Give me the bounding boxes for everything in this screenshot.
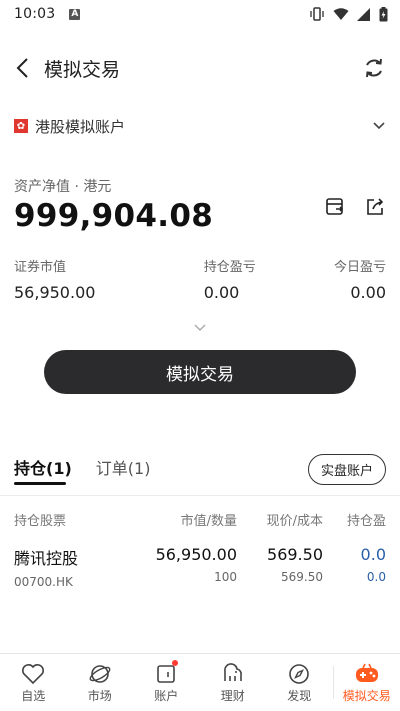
stock-cell: 腾讯控股 00700.HK [14,545,142,589]
stat-value: 56,950.00 [14,283,96,302]
stat-value: 0.00 [350,283,386,302]
back-button[interactable] [12,54,34,82]
asset-actions [324,196,386,218]
real-account-button[interactable]: 实盘账户 [307,454,386,485]
signal-icon [357,7,370,21]
pnl-cell: 0.0 0.0 [323,545,386,589]
stat-today-pnl: 今日盈亏 0.00 [334,256,386,302]
table-header: 持仓股票 市值/数量 现价/成本 持仓盈 [0,510,400,529]
notification-a-icon: A [69,8,81,20]
position-tabs: 持仓(1) 订单(1) 实盘账户 [0,454,400,485]
divider [0,495,400,496]
vibrate-icon [310,7,324,21]
nav-label: 发现 [287,689,312,703]
wifi-icon [333,7,349,20]
refresh-icon [366,58,382,78]
share-icon[interactable] [364,196,386,218]
account-selector[interactable]: ✿ 港股模拟账户 [0,108,400,144]
stat-market-value: 证券市值 56,950.00 [14,256,95,302]
stat-label: 持仓盈亏 [203,260,256,275]
market-value: 56,950.00 [155,545,237,564]
account-name: 港股模拟账户 [35,117,126,136]
status-bar: 10:03 A [0,0,400,28]
nav-label: 理财 [220,689,245,703]
nav-label: 自选 [21,689,46,703]
pnl-value: 0.0 [360,545,386,564]
tab-orders[interactable]: 订单(1) [96,455,151,485]
statement-icon[interactable] [324,196,346,218]
pnl-percent: 0.0 [366,570,386,584]
header-pnl: 持仓盈 [346,514,386,529]
heart-icon [21,661,45,687]
status-time: 10:03 [14,6,56,22]
current-price: 569.50 [267,545,323,564]
stat-label: 证券市值 [14,260,67,275]
nav-watchlist[interactable]: 自选 [0,654,67,711]
refresh-button[interactable] [360,54,388,82]
planet-icon [88,661,112,687]
price-cell: 569.50 569.50 [237,545,323,589]
header-market-value: 市值/数量 [180,514,237,529]
header-stock: 持仓股票 [14,514,67,529]
table-row[interactable]: 腾讯控股 00700.HK 56,950.00 100 569.50 569.5… [0,545,400,589]
stock-code: 00700.HK [14,575,73,589]
expand-button[interactable] [0,324,400,332]
gamepad-icon [354,661,380,687]
status-icons [309,6,388,22]
nav-market[interactable]: 市场 [67,654,134,711]
stat-position-pnl: 持仓盈亏 0.00 [204,256,256,302]
stat-value: 0.00 [203,283,240,302]
nav-label: 账户 [154,689,179,703]
battery-icon [379,6,388,21]
bottom-nav: 自选 市场 账户 理财 发现 模拟交易 [0,653,400,711]
nav-label: 模拟交易 [342,689,391,703]
asset-label: 资产净值 · 港元 [14,179,112,195]
page-title: 模拟交易 [44,58,121,81]
back-arrow-icon [16,58,28,78]
compass-icon [287,661,311,687]
tab-positions[interactable]: 持仓(1) [14,455,72,485]
asset-stats: 证券市值 56,950.00 持仓盈亏 0.00 今日盈亏 0.00 [0,256,400,302]
hk-flag-icon: ✿ [14,119,28,133]
cost-price: 569.50 [281,570,323,584]
chevron-down-icon [372,117,386,135]
asset-summary: 资产净值 · 港元 999,904.08 [0,176,400,234]
market-value-cell: 56,950.00 100 [142,545,237,589]
nav-account[interactable]: 账户 [133,654,200,711]
elephant-icon [221,661,245,687]
nav-wealth[interactable]: 理财 [200,654,267,711]
chevron-down-icon [194,324,206,331]
stock-name: 腾讯控股 [14,549,79,568]
nav-discover[interactable]: 发现 [266,654,333,711]
quantity: 100 [214,570,237,584]
simulated-trade-button[interactable]: 模拟交易 [44,350,356,394]
nav-label: 市场 [87,689,112,703]
nav-bar: 模拟交易 [0,28,400,108]
nav-simulated-trade[interactable]: 模拟交易 [334,654,400,711]
stat-label: 今日盈亏 [333,260,386,275]
header-price: 现价/成本 [266,514,323,529]
